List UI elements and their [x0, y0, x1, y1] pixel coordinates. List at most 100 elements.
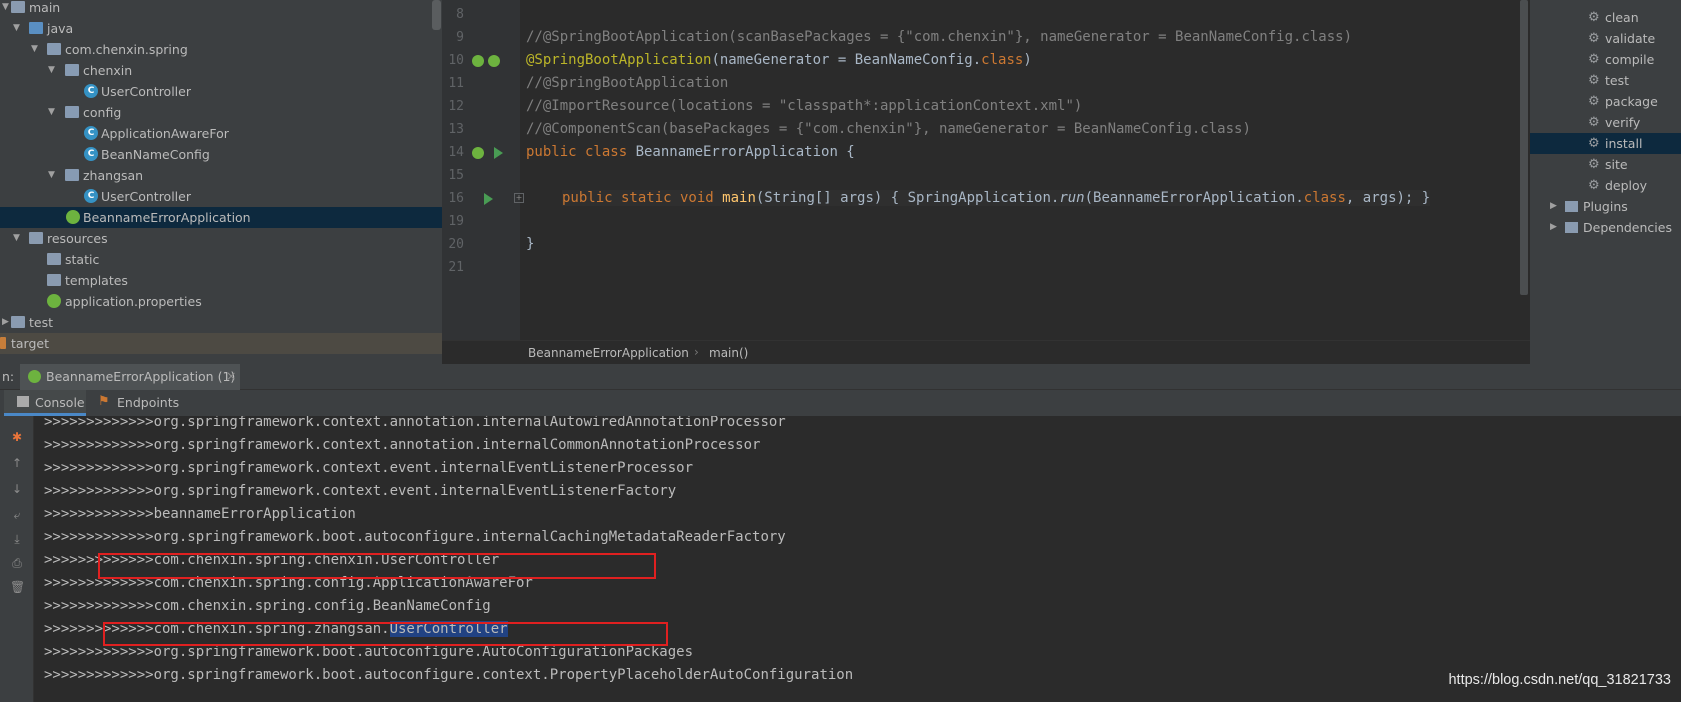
fold-icon[interactable]: +: [514, 193, 524, 203]
code-text: (BeannameErrorApplication.: [1084, 190, 1304, 206]
console-icon: [17, 396, 29, 407]
print-icon[interactable]: ⎙: [10, 556, 24, 570]
maven-goal-label: compile: [1605, 52, 1655, 67]
tree-item-target[interactable]: target: [0, 333, 442, 354]
line-number: 19: [448, 214, 464, 229]
gear-icon: ⚙: [1588, 136, 1600, 151]
code-text: BeannameErrorApplication {: [635, 144, 855, 160]
maven-goal-compile[interactable]: ⚙ compile: [1530, 49, 1681, 70]
trash-icon[interactable]: 🗑: [10, 580, 25, 594]
tree-item-package[interactable]: ▼ config: [0, 102, 442, 123]
maven-goal-test[interactable]: ⚙ test: [1530, 70, 1681, 91]
tree-item-folder[interactable]: static: [0, 249, 442, 270]
tab-console[interactable]: Console: [4, 390, 86, 416]
code-line: }: [526, 236, 535, 252]
tree-item-class[interactable]: C ApplicationAwareFor: [0, 123, 442, 144]
console-line: >>>>>>>>>>>>>org.springframework.boot.au…: [44, 667, 854, 683]
line-number: 20: [448, 237, 464, 252]
arrow-down-icon[interactable]: ↓: [10, 482, 24, 496]
tree-item-selected-class[interactable]: BeannameErrorApplication: [0, 207, 442, 228]
console-line: >>>>>>>>>>>>>beannameErrorApplication: [44, 506, 356, 522]
gear-icon: ⚙: [1588, 31, 1600, 46]
maven-goal-label: test: [1605, 73, 1630, 88]
expand-arrow-icon[interactable]: ▼: [31, 39, 38, 60]
line-number: 11: [448, 76, 464, 91]
run-icon[interactable]: [494, 147, 503, 159]
expand-arrow-icon[interactable]: ▼: [48, 102, 55, 123]
gear-icon: ⚙: [1588, 10, 1600, 25]
plugins-icon: [1565, 201, 1578, 212]
maven-goal-label: site: [1605, 157, 1628, 172]
maven-group-plugins[interactable]: ▶ Plugins: [1530, 196, 1681, 217]
collapse-arrow-icon[interactable]: ▶: [1550, 196, 1557, 217]
tree-item-main[interactable]: ▼ main: [0, 0, 442, 18]
tree-item-properties[interactable]: application.properties: [0, 291, 442, 312]
keyword: public static void: [562, 190, 723, 206]
tree-item-class[interactable]: C BeanNameConfig: [0, 144, 442, 165]
maven-goal-verify[interactable]: ⚙ verify: [1530, 112, 1681, 133]
arrow-up-icon[interactable]: ↑: [10, 456, 24, 470]
maven-goal-site[interactable]: ⚙ site: [1530, 154, 1681, 175]
package-icon: [65, 169, 79, 181]
soft-wrap-icon[interactable]: ⤶: [10, 508, 24, 522]
folder-icon: [11, 316, 25, 328]
line-number: 14: [448, 145, 464, 160]
keyword: class: [981, 52, 1024, 68]
tree-item-package[interactable]: ▼ chenxin: [0, 60, 442, 81]
spring-bean-gutter-icon[interactable]: [488, 55, 500, 67]
rerun-icon[interactable]: ✱: [10, 430, 24, 444]
tree-item-class[interactable]: C UserController: [0, 186, 442, 207]
expand-arrow-icon[interactable]: ▼: [2, 0, 9, 18]
console-line: >>>>>>>>>>>>>com.chenxin.spring.config.B…: [44, 598, 491, 614]
properties-file-icon: [47, 294, 61, 308]
maven-group-dependencies[interactable]: ▶ Dependencies: [1530, 217, 1681, 238]
tree-item-folder[interactable]: templates: [0, 270, 442, 291]
expand-arrow-icon[interactable]: ▼: [48, 165, 55, 186]
maven-goal-label: package: [1605, 94, 1658, 109]
tree-item-java[interactable]: ▼ java: [0, 18, 442, 39]
maven-goal-label: validate: [1605, 31, 1656, 46]
maven-goal-install[interactable]: ⚙ install: [1530, 133, 1681, 154]
tree-item-test[interactable]: ▶ test: [0, 312, 442, 333]
expand-arrow-icon[interactable]: ▼: [13, 18, 20, 39]
maven-goal-clean[interactable]: ⚙ clean: [1530, 7, 1681, 28]
collapse-arrow-icon[interactable]: ▶: [2, 312, 9, 333]
line-number: 8: [456, 7, 464, 22]
breadcrumb-item[interactable]: main(): [709, 346, 748, 360]
maven-goal-label: deploy: [1605, 178, 1648, 193]
tree-item-package[interactable]: ▼ zhangsan: [0, 165, 442, 186]
annotation: @SpringBootApplication: [526, 52, 712, 68]
spring-bean-gutter-icon[interactable]: [472, 147, 484, 159]
spring-bean-gutter-icon[interactable]: [472, 55, 484, 67]
scroll-to-end-icon[interactable]: ⤓: [10, 532, 24, 546]
run-icon[interactable]: [484, 193, 493, 205]
expand-arrow-icon[interactable]: ▼: [48, 60, 55, 81]
collapse-arrow-icon[interactable]: ▶: [1550, 217, 1557, 238]
editor-scrollbar[interactable]: [1520, 0, 1528, 295]
highlight-box: [103, 622, 668, 646]
gear-icon: ⚙: [1588, 94, 1600, 109]
tree-item-resources[interactable]: ▼ resources: [0, 228, 442, 249]
code-line: @SpringBootApplication(nameGenerator = B…: [526, 52, 1032, 68]
maven-group-label: Dependencies: [1583, 220, 1672, 235]
gear-icon: ⚙: [1588, 157, 1600, 172]
code-editor[interactable]: 8 9 10 11 12 13 14 15 16 19 20 21 + //@S…: [442, 0, 1530, 340]
expand-arrow-icon[interactable]: ▼: [13, 228, 20, 249]
package-icon: [47, 43, 61, 55]
tab-run-config[interactable]: BeannameErrorApplication (1) ×: [20, 364, 240, 390]
maven-goal-validate[interactable]: ⚙ validate: [1530, 28, 1681, 49]
close-icon[interactable]: ×: [226, 368, 236, 383]
tree-item-class[interactable]: C UserController: [0, 81, 442, 102]
maven-goal-package[interactable]: ⚙ package: [1530, 91, 1681, 112]
maven-goal-deploy[interactable]: ⚙ deploy: [1530, 175, 1681, 196]
tree-item-package[interactable]: ▼ com.chenxin.spring: [0, 39, 442, 60]
console-output[interactable]: >>>>>>>>>>>>>org.springframework.context…: [34, 416, 1681, 702]
breadcrumb-item[interactable]: BeannameErrorApplication: [528, 346, 689, 360]
class-icon: C: [84, 189, 98, 203]
class-icon: C: [84, 84, 98, 98]
class-icon: C: [84, 126, 98, 140]
code-text: ): [1023, 52, 1032, 68]
maven-goal-label: clean: [1605, 10, 1639, 25]
tree-scrollbar[interactable]: [432, 0, 441, 30]
tab-endpoints[interactable]: ⚑ Endpoints: [96, 390, 191, 416]
